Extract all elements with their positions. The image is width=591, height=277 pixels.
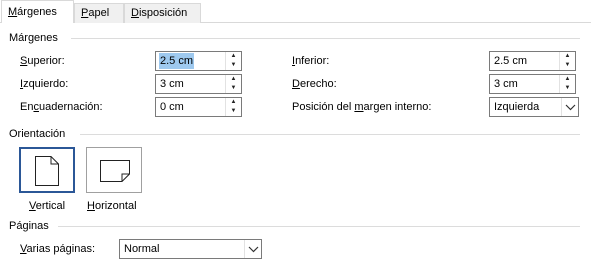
top-margin-label: Superior: xyxy=(20,55,65,67)
right-margin-value[interactable]: 3 cm xyxy=(493,76,519,92)
landscape-button[interactable] xyxy=(86,147,142,193)
gutter-position-label: Posición del margen interno: xyxy=(292,101,432,113)
spin-up-icon[interactable]: ▲ xyxy=(226,52,241,61)
multiple-pages-label: Varias páginas: xyxy=(20,243,96,255)
right-margin-spinner[interactable]: 3 cm ▲ ▼ xyxy=(489,74,576,94)
top-margin-spinner[interactable]: 2.5 cm ▲ ▼ xyxy=(155,51,242,71)
multiple-pages-select[interactable]: Normal xyxy=(119,239,262,259)
margins-separator xyxy=(71,38,580,39)
spin-down-icon[interactable]: ▼ xyxy=(560,61,575,70)
orientation-separator xyxy=(80,134,580,135)
gutter-spinner[interactable]: 0 cm ▲ ▼ xyxy=(155,97,242,117)
portrait-button[interactable] xyxy=(19,147,75,193)
pages-separator xyxy=(58,226,580,227)
tab-bar: Márgenes Papel Disposición xyxy=(0,0,591,23)
spin-up-icon[interactable]: ▲ xyxy=(560,75,575,84)
left-margin-spinner[interactable]: 3 cm ▲ ▼ xyxy=(155,74,242,94)
margins-section-title: Márgenes xyxy=(9,32,58,44)
chevron-down-icon[interactable] xyxy=(561,98,578,116)
spinner-buttons: ▲ ▼ xyxy=(559,52,575,70)
chevron-down-icon[interactable] xyxy=(244,240,261,258)
spin-down-icon[interactable]: ▼ xyxy=(226,84,241,93)
tab-label-post: árgenes xyxy=(17,6,57,18)
tab-papel[interactable]: Papel xyxy=(74,3,124,23)
landscape-page-icon xyxy=(100,160,130,182)
tab-margenes[interactable]: Márgenes xyxy=(1,0,74,23)
gutter-label: Encuadernación: xyxy=(20,101,103,113)
spin-down-icon[interactable]: ▼ xyxy=(226,61,241,70)
tab-label-accel: D xyxy=(131,7,139,19)
tab-label-post: apel xyxy=(88,7,110,19)
bottom-margin-spinner[interactable]: 2.5 cm ▲ ▼ xyxy=(489,51,576,71)
tab-label-accel: M xyxy=(8,6,18,18)
spinner-buttons: ▲ ▼ xyxy=(559,75,575,93)
spin-down-icon[interactable]: ▼ xyxy=(560,84,575,93)
bottom-margin-value[interactable]: 2.5 cm xyxy=(493,53,528,69)
landscape-label: Horizontal xyxy=(87,200,137,212)
left-margin-value[interactable]: 3 cm xyxy=(159,76,185,92)
left-margin-label: Izquierdo: xyxy=(20,78,69,90)
spinner-buttons: ▲ ▼ xyxy=(225,75,241,93)
right-margin-label: Derecho: xyxy=(292,78,337,90)
spin-down-icon[interactable]: ▼ xyxy=(226,107,241,116)
orientation-section-title: Orientación xyxy=(9,128,66,140)
portrait-label: Vertical xyxy=(29,200,66,212)
spin-up-icon[interactable]: ▲ xyxy=(560,52,575,61)
spinner-buttons: ▲ ▼ xyxy=(225,52,241,70)
gutter-value[interactable]: 0 cm xyxy=(159,99,185,115)
pages-section-title: Páginas xyxy=(9,220,49,232)
portrait-page-icon xyxy=(35,156,59,186)
gutter-position-select[interactable]: Izquierda xyxy=(489,97,579,117)
tab-disposicion[interactable]: Disposición xyxy=(124,3,201,23)
multiple-pages-value: Normal xyxy=(124,243,160,255)
spin-up-icon[interactable]: ▲ xyxy=(226,98,241,107)
tab-label-post: isposición xyxy=(138,7,188,19)
gutter-position-value: Izquierda xyxy=(494,101,540,113)
spin-up-icon[interactable]: ▲ xyxy=(226,75,241,84)
spinner-buttons: ▲ ▼ xyxy=(225,98,241,116)
top-margin-value[interactable]: 2.5 cm xyxy=(159,53,195,69)
bottom-margin-label: Inferior: xyxy=(292,55,330,67)
